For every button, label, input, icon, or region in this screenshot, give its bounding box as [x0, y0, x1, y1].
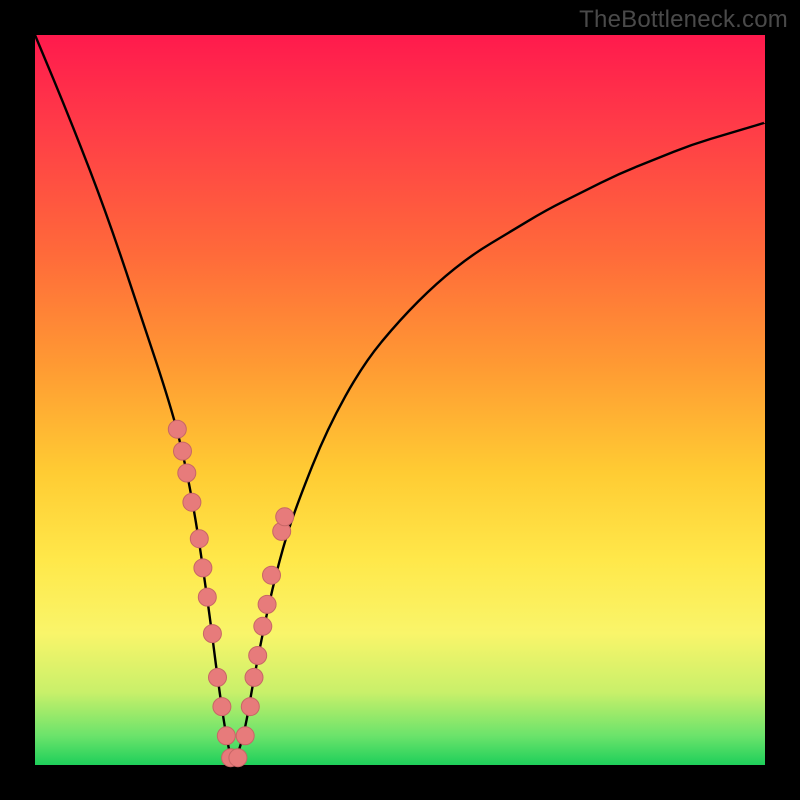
marker-dot: [198, 588, 216, 606]
watermark-text: TheBottleneck.com: [579, 6, 788, 34]
marker-dot: [258, 595, 276, 613]
marker-dot: [203, 625, 221, 643]
marker-dot: [254, 617, 272, 635]
marker-dot: [168, 420, 186, 438]
marker-dot: [241, 698, 259, 716]
marker-dot: [178, 464, 196, 482]
marker-dot: [245, 668, 263, 686]
marker-dot: [190, 530, 208, 548]
marker-dot: [183, 493, 201, 511]
marker-dot: [217, 727, 235, 745]
chart-svg: [35, 35, 765, 765]
marker-dot: [209, 668, 227, 686]
marker-dot: [229, 749, 247, 767]
marker-dot: [249, 647, 267, 665]
marker-dot: [213, 698, 231, 716]
marker-dot: [236, 727, 254, 745]
marker-dot: [263, 566, 281, 584]
chart-frame: TheBottleneck.com: [0, 0, 800, 800]
marker-dot: [276, 508, 294, 526]
bottleneck-curve: [35, 35, 765, 760]
marker-group: [168, 420, 293, 767]
marker-dot: [194, 559, 212, 577]
marker-dot: [174, 442, 192, 460]
